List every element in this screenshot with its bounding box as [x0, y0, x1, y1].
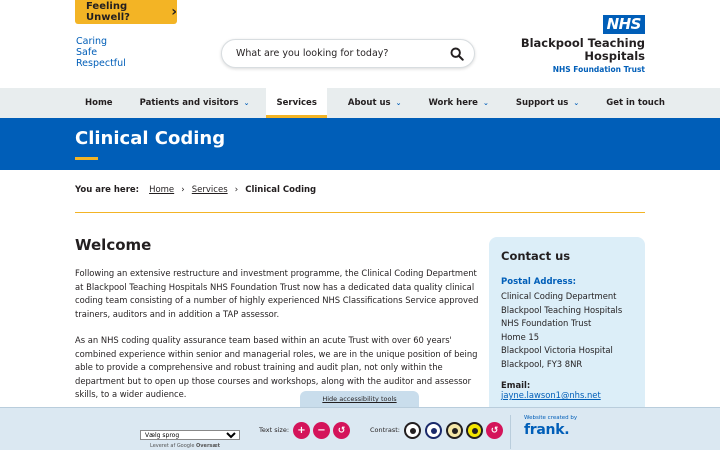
org-name-line1: Blackpool Teaching [520, 36, 645, 50]
reset-contrast-button[interactable]: ↺ [486, 422, 503, 439]
search-input[interactable] [236, 48, 436, 59]
chevron-right-icon: › [234, 185, 239, 195]
breadcrumb-label: You are here: [75, 185, 140, 195]
website-created-by-label: Website created by [524, 415, 578, 421]
reset-icon: ↺ [337, 425, 346, 436]
contrast-dot-icon [430, 427, 437, 434]
reset-text-button[interactable]: ↺ [333, 422, 350, 439]
chevron-down-icon: ⌄ [573, 99, 580, 107]
address-line: Blackpool Victoria Hospital [501, 345, 613, 355]
postal-address-label: Postal Address: [501, 277, 577, 287]
feeling-unwell-label: Feeling Unwell? [86, 1, 130, 23]
chevron-down-icon: ⌄ [395, 99, 402, 107]
breadcrumb: You are here: Home › Services › Clinical… [75, 185, 316, 195]
nav-support-label: Support us [515, 98, 569, 108]
contrast-blue-button[interactable] [425, 422, 442, 439]
second-paragraph: As an NHS coding quality assurance team … [75, 335, 478, 399]
address-line: Clinical Coding Department [501, 291, 617, 301]
nav-about-us[interactable]: About us ⌄ [327, 88, 419, 118]
nav-about-label: About us [347, 98, 391, 108]
nav-get-in-touch[interactable]: Get in touch [596, 88, 675, 118]
tagline-respectful: Respectful [76, 58, 126, 69]
contrast-dot-icon [451, 427, 458, 434]
address-line: Blackpool Teaching Hospitals [501, 304, 623, 315]
nav-home-label: Home [85, 98, 113, 108]
contrast-default-button[interactable] [404, 422, 421, 439]
reset-icon: ↺ [490, 425, 499, 436]
tagline-safe: Safe [76, 47, 98, 58]
nav-work-here[interactable]: Work here ⌄ [418, 88, 505, 118]
breadcrumb-current: Clinical Coding [245, 185, 317, 195]
nhs-badge: NHS [602, 15, 645, 34]
decrease-text-button[interactable]: − [313, 422, 330, 439]
increase-text-button[interactable]: + [293, 422, 310, 439]
contrast-dot-icon [471, 427, 478, 434]
language-selector: Vælg sprog Leveret af Google Oversæt [140, 422, 240, 449]
frank-credit[interactable]: Website created by frank. [510, 415, 595, 449]
nav-patients-visitors[interactable]: Patients and visitors ⌄ [130, 88, 267, 118]
contact-card: Contact us Postal Address: Clinical Codi… [489, 237, 645, 417]
nav-work-label: Work here [428, 98, 478, 108]
frank-logo: frank. [524, 422, 570, 438]
contact-title: Contact us [501, 249, 571, 263]
nav-contact-label: Get in touch [606, 98, 665, 108]
nav-services[interactable]: Services [266, 88, 327, 118]
powered-by: Leveret af Google Oversæt [150, 443, 240, 449]
accessibility-toolbar: Vælg sprog Leveret af Google Oversæt Tex… [0, 407, 720, 450]
section-heading: Welcome [75, 236, 152, 254]
org-name-line2: Hospitals [584, 48, 645, 63]
hero-banner: Clinical Coding [0, 118, 720, 170]
postal-address: Clinical Coding Department Blackpool Tea… [501, 290, 633, 371]
nav-support-us[interactable]: Support us ⌄ [506, 88, 596, 118]
intro-paragraph: Following an extensive restructure and i… [75, 268, 479, 319]
nav-services-label: Services [276, 98, 317, 108]
email-link[interactable]: jayne.lawson1@nhs.net [501, 390, 601, 400]
email-row: Email: jayne.lawson1@nhs.net [501, 380, 633, 400]
breadcrumb-home[interactable]: Home [149, 185, 174, 195]
main-nav: Home Patients and visitors ⌄ Services Ab… [0, 88, 720, 118]
powered-by-label: Leveret af [150, 443, 176, 449]
page-title: Clinical Coding [75, 128, 226, 149]
email-label: Email: [501, 380, 531, 390]
hide-accessibility-tools-tab[interactable]: Hide accessibility tools [300, 391, 419, 408]
trust-name: NHS Foundation Trust [552, 65, 645, 74]
contrast-label: Contrast: [370, 426, 400, 434]
language-select[interactable]: Vælg sprog [140, 430, 240, 440]
address-line: Blackpool, FY3 8NR [501, 358, 583, 369]
text-size-label: Text size: [259, 426, 290, 434]
chevron-right-icon: › [171, 4, 177, 20]
address-line: NHS Foundation Trust [501, 318, 592, 328]
contrast-dot-icon [409, 427, 416, 434]
contrast-yellow-button[interactable] [466, 422, 483, 439]
search-icon[interactable] [450, 47, 464, 61]
feeling-unwell-button[interactable]: Feeling Unwell? › [75, 0, 177, 24]
chevron-right-icon: › [181, 185, 185, 195]
chevron-down-icon: ⌄ [243, 99, 250, 107]
title-underline [75, 157, 98, 160]
tagline: Caring Safe Respectful [76, 36, 126, 69]
translate-link[interactable]: Oversæt [196, 443, 220, 449]
breadcrumb-services[interactable]: Services [192, 185, 228, 195]
chevron-down-icon: ⌄ [482, 99, 489, 107]
nav-home[interactable]: Home [75, 88, 130, 118]
contrast-cream-button[interactable] [446, 422, 463, 439]
tagline-caring: Caring [76, 36, 108, 47]
nav-patients-label: Patients and visitors [139, 98, 239, 108]
org-name: Blackpool Teaching Hospitals [521, 37, 645, 62]
minus-icon: − [317, 425, 326, 436]
address-line: Home 15 [501, 331, 540, 342]
trust-logo[interactable]: NHS Blackpool Teaching Hospitals NHS Fou… [521, 14, 645, 74]
search-bar [221, 39, 475, 68]
divider [75, 212, 645, 213]
plus-icon: + [297, 425, 306, 436]
google-logo: Google [176, 443, 195, 449]
